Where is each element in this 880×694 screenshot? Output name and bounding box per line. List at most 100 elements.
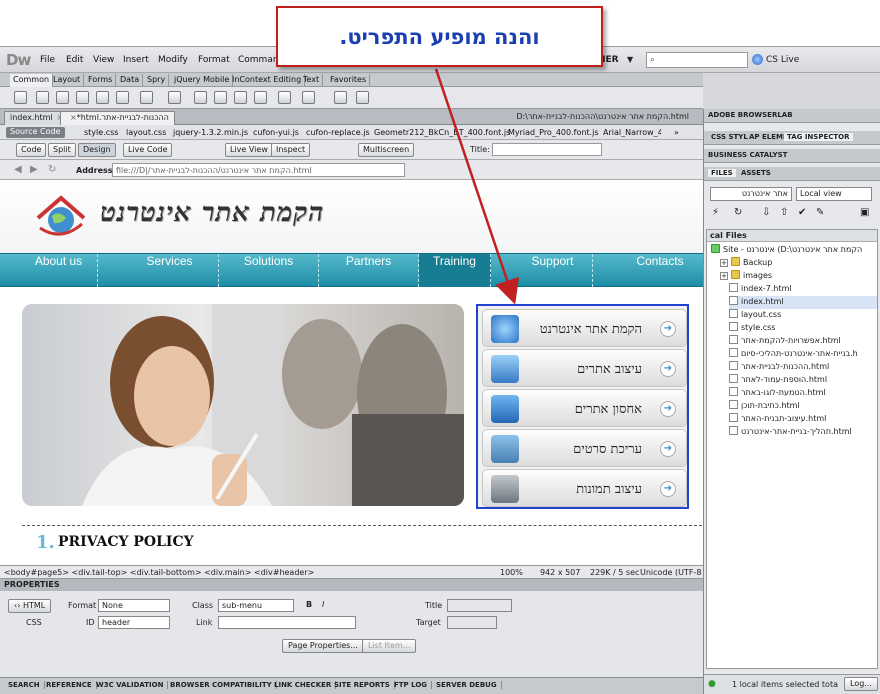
back-icon[interactable]: ◀ — [14, 164, 22, 175]
address-input[interactable]: file:///D|/הקמת אתר אינטרנט/ההכנות-לבניי… — [112, 163, 405, 177]
menu-format[interactable]: Format — [198, 55, 230, 65]
server-side-include-icon[interactable] — [214, 91, 227, 104]
menu-view[interactable]: View — [93, 55, 114, 65]
expand-icon[interactable]: + — [720, 272, 728, 280]
nav-about-us[interactable]: About us — [20, 254, 98, 287]
submenu-item-hosting[interactable]: אחסון אתרים ➔ — [482, 389, 687, 427]
live-view-button[interactable]: Live View — [225, 143, 273, 157]
properties-header[interactable]: PROPERTIES — [0, 579, 703, 591]
log-button[interactable]: Log... — [844, 677, 878, 691]
refresh-icon[interactable]: ↻ — [734, 207, 747, 220]
file-tree-item[interactable]: index.html — [729, 296, 877, 309]
submenu-item-web-design[interactable]: עיצוב אתרים ➔ — [482, 349, 687, 387]
tab-common[interactable]: Common — [10, 74, 54, 87]
check-in-icon[interactable]: ✎ — [816, 207, 829, 220]
link-input[interactable] — [218, 616, 356, 629]
html-mode-button[interactable]: ‹› HTML — [8, 599, 52, 613]
title-input[interactable] — [447, 599, 512, 612]
tab-text[interactable]: Text — [300, 74, 324, 87]
submenu-item-photo[interactable]: עיצוב תמונות ➔ — [482, 469, 687, 507]
target-select[interactable] — [447, 616, 497, 629]
view-select[interactable]: Local view — [796, 187, 872, 201]
menu-insert[interactable]: Insert — [123, 55, 149, 65]
tab-layout[interactable]: Layout — [50, 74, 85, 87]
put-files-icon[interactable]: ⇧ — [780, 207, 793, 220]
file-tree-item[interactable]: layout.css — [729, 309, 877, 322]
nav-contacts[interactable]: Contacts — [617, 254, 703, 287]
tab-forms[interactable]: Forms — [85, 74, 117, 87]
table-icon[interactable] — [96, 91, 109, 104]
related-file[interactable]: jquery-1.3.2.min.js — [173, 128, 248, 137]
tab-link-checker[interactable]: LINK CHECKER — [270, 681, 337, 689]
menu-file[interactable]: File — [40, 55, 55, 65]
image-icon[interactable] — [140, 91, 153, 104]
tag-chooser-icon[interactable] — [334, 91, 347, 104]
business-catalyst-header[interactable]: BUSINESS CATALYST — [704, 149, 880, 163]
tab-files[interactable]: FILES — [708, 169, 736, 177]
related-file[interactable]: Myriad_Pro_400.font.js — [508, 128, 598, 137]
widget-icon[interactable] — [356, 91, 369, 104]
nav-solutions[interactable]: Solutions — [219, 254, 319, 287]
file-tree-item[interactable]: עיצוב-תבנית-האתר.html — [729, 413, 877, 426]
file-tree-item[interactable]: הטמעת-לוגו-באתר.html — [729, 387, 877, 400]
design-view-button[interactable]: Design — [78, 143, 116, 157]
hyperlink-icon[interactable] — [14, 91, 27, 104]
file-tree-item[interactable]: + Backup — [720, 257, 877, 270]
tab-data[interactable]: Data — [117, 74, 144, 87]
browserlab-panel-header[interactable]: ADOBE BROWSERLAB — [704, 109, 880, 123]
split-view-button[interactable]: Split — [48, 143, 76, 157]
named-anchor-icon[interactable] — [56, 91, 69, 104]
div-icon[interactable] — [116, 91, 129, 104]
head-icon[interactable] — [254, 91, 267, 104]
class-select[interactable]: sub-menu — [218, 599, 294, 612]
design-view[interactable]: הקמת אתר אינטרנט About us Services Solut… — [0, 180, 703, 565]
related-file[interactable]: layout.css — [126, 128, 166, 137]
file-tree-item[interactable]: כתיבת-תוכן.html — [729, 400, 877, 413]
tab-spry[interactable]: Spry — [144, 74, 170, 87]
related-file[interactable]: style.css — [84, 128, 118, 137]
tab-css-styles[interactable]: CSS STYL — [708, 133, 751, 141]
help-search-input[interactable]: ⌕ — [646, 52, 748, 68]
italic-button[interactable]: I — [322, 600, 324, 609]
get-files-icon[interactable]: ⇩ — [762, 207, 775, 220]
menu-edit[interactable]: Edit — [66, 55, 83, 65]
close-icon[interactable]: × — [70, 113, 77, 122]
nav-support[interactable]: Support — [513, 254, 593, 287]
media-icon[interactable] — [168, 91, 181, 104]
multiscreen-button[interactable]: Multiscreen — [358, 143, 415, 157]
expand-icon[interactable]: + — [720, 259, 728, 267]
check-out-icon[interactable]: ✔ — [798, 207, 811, 220]
comment-icon[interactable] — [234, 91, 247, 104]
tab-tag-inspector[interactable]: TAG INSPECTOR — [784, 133, 853, 141]
submenu-item-video[interactable]: עריכת סרטים ➔ — [482, 429, 687, 467]
chevron-down-icon[interactable]: ▼ — [627, 55, 633, 64]
file-tree-item[interactable]: בניית-אתר-אינטרנט-תהליכי-סיום.h — [729, 348, 877, 361]
file-tree-item[interactable]: ההכנות-לבניית-אתר.html — [729, 361, 877, 374]
email-link-icon[interactable] — [36, 91, 49, 104]
templates-icon[interactable] — [302, 91, 315, 104]
file-tree-item[interactable]: style.css — [729, 322, 877, 335]
tab-search[interactable]: SEARCH — [4, 681, 45, 689]
page-properties-button[interactable]: Page Properties... — [282, 639, 364, 653]
nav-services[interactable]: Services — [121, 254, 219, 287]
tab-browser-compatibility[interactable]: BROWSER COMPATIBILITY — [166, 681, 277, 689]
window-size[interactable]: 942 x 507 — [540, 568, 580, 577]
source-code-button[interactable]: Source Code — [6, 127, 65, 138]
site-select[interactable]: אתר אינטרנט — [710, 187, 792, 201]
horizontal-rule-icon[interactable] — [76, 91, 89, 104]
related-file[interactable]: Arial_Narrow_4 — [603, 128, 661, 137]
related-file[interactable]: cufon-yui.js — [253, 128, 299, 137]
menu-modify[interactable]: Modify — [158, 55, 188, 65]
chevron-right-icon[interactable]: » — [674, 128, 679, 137]
file-tree-item[interactable]: index-7.html — [729, 283, 877, 296]
inspect-button[interactable]: Inspect — [271, 143, 311, 157]
file-tree-item[interactable]: תהליך-בניית-אתר-אינטרנט.html — [729, 426, 877, 439]
tab-assets[interactable]: ASSETS — [738, 169, 774, 177]
nav-partners[interactable]: Partners — [319, 254, 419, 287]
tab-site-reports[interactable]: SITE REPORTS — [330, 681, 395, 689]
related-file[interactable]: Geometr212_BkCn_BT_400.font.js — [374, 128, 510, 137]
bold-button[interactable]: B — [306, 600, 312, 609]
nav-training[interactable]: Training — [419, 254, 491, 287]
script-icon[interactable] — [278, 91, 291, 104]
zoom-select[interactable]: 100% — [500, 568, 523, 577]
